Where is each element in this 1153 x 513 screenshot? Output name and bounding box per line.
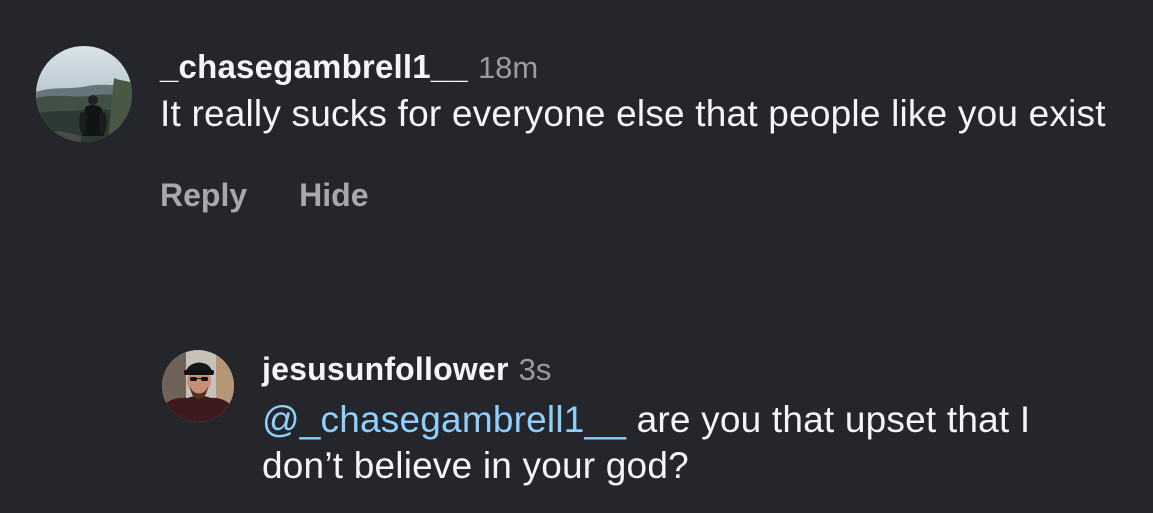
comment-header: _chasegambrell1__ 18m [160, 48, 1126, 87]
reply-body: jesusunfollower 3s @_chasegambrell1__ ar… [262, 350, 1122, 489]
comment-text: It really sucks for everyone else that p… [160, 93, 1106, 134]
comment-actions: Reply Hide [160, 177, 1126, 214]
comment: _chasegambrell1__ 18m It really sucks fo… [36, 46, 1126, 214]
comment-body: _chasegambrell1__ 18m It really sucks fo… [160, 48, 1126, 214]
mention-link[interactable]: @_chasegambrell1__ [262, 399, 626, 440]
hide-button[interactable]: Hide [299, 177, 368, 214]
avatar[interactable] [36, 46, 132, 142]
reply-comment: jesusunfollower 3s @_chasegambrell1__ ar… [162, 350, 1122, 489]
reply-header: jesusunfollower 3s [262, 350, 1122, 389]
avatar-person-image [162, 350, 234, 422]
username[interactable]: _chasegambrell1__ [160, 48, 468, 86]
avatar-landscape-image [36, 46, 132, 142]
timestamp: 3s [518, 352, 552, 387]
timestamp: 18m [477, 50, 539, 85]
username[interactable]: jesusunfollower [262, 350, 509, 388]
avatar[interactable] [162, 350, 234, 422]
reply-button[interactable]: Reply [160, 177, 247, 214]
reply-text: @_chasegambrell1__ are you that upset th… [262, 397, 1122, 489]
